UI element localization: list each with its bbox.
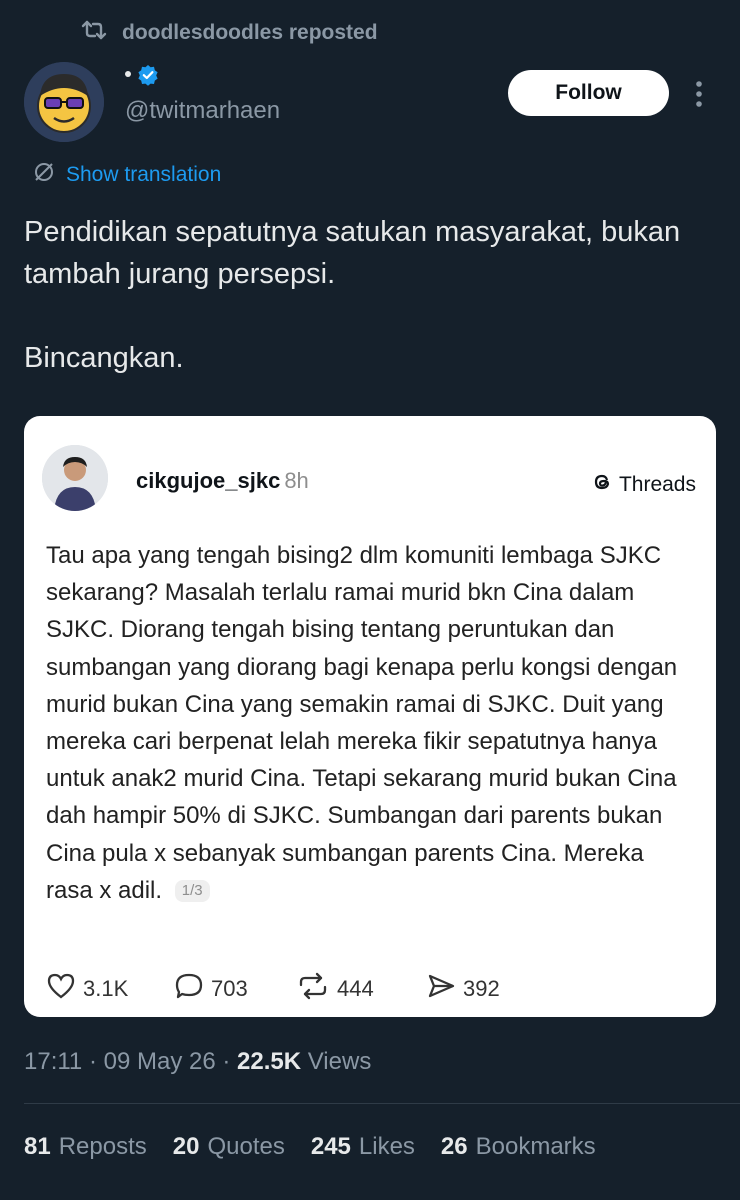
translate-icon bbox=[32, 160, 56, 190]
embedded-post-avatar bbox=[42, 445, 108, 511]
quotes-stat[interactable]: 20 Quotes bbox=[173, 1133, 285, 1161]
likes-count: 245 bbox=[310, 1133, 351, 1160]
tweet-time[interactable]: 17:11 bbox=[24, 1048, 82, 1075]
embedded-post-header: cikgujoe_sjkc 8h bbox=[136, 468, 309, 494]
repost-icon bbox=[296, 972, 330, 1006]
tweet-paragraph: Bincangkan. bbox=[24, 342, 184, 374]
bookmarks-count: 26 bbox=[440, 1133, 468, 1160]
repost-count: 444 bbox=[337, 976, 374, 1001]
likes-stat[interactable]: 245 Likes bbox=[311, 1133, 415, 1161]
repost-label: doodlesdoodles reposted bbox=[122, 21, 378, 44]
author-name-row[interactable] bbox=[125, 64, 159, 91]
embedded-post-body: Tau apa yang tengah bising2 dlm komuniti… bbox=[46, 542, 678, 904]
author-handle[interactable]: @twitmarhaen bbox=[125, 97, 280, 125]
likes-label: Likes bbox=[358, 1133, 415, 1160]
bookmarks-label: Bookmarks bbox=[475, 1133, 596, 1160]
thread-page-badge: 1/3 bbox=[174, 880, 210, 903]
threads-label: Threads bbox=[618, 473, 696, 496]
follow-button[interactable]: Follow bbox=[508, 70, 669, 116]
reposts-count: 81 bbox=[24, 1133, 51, 1160]
divider bbox=[24, 1103, 740, 1104]
tweet-text: Pendidikan sepatutnya satukan masyarakat… bbox=[24, 211, 714, 379]
quotes-count: 20 bbox=[172, 1133, 200, 1160]
comment-icon bbox=[174, 972, 204, 1006]
embedded-post-time: 8h bbox=[284, 468, 309, 493]
show-translation-label: Show translation bbox=[66, 163, 222, 186]
threads-logo: Threads bbox=[591, 471, 696, 499]
embedded-post-image[interactable]: cikgujoe_sjkc 8h Threads Tau apa yang ten… bbox=[24, 416, 716, 1017]
engagement-stats: 81 Reposts 20 Quotes 245 Likes 26 Bookmarks bbox=[24, 1133, 596, 1161]
send-icon bbox=[426, 972, 456, 1006]
heart-icon bbox=[46, 972, 76, 1006]
tweet-date[interactable]: 09 May 26 bbox=[104, 1048, 216, 1075]
share-count: 392 bbox=[463, 976, 500, 1001]
show-translation-link[interactable]: Show translation bbox=[32, 160, 221, 190]
tweet-paragraph: Pendidikan sepatutnya satukan masyarakat… bbox=[24, 216, 681, 290]
repost-header[interactable]: doodlesdoodles reposted bbox=[80, 19, 378, 47]
comment-count: 703 bbox=[211, 976, 248, 1001]
author-display-name bbox=[125, 70, 131, 77]
embedded-post-text: Tau apa yang tengah bising2 dlm komuniti… bbox=[46, 537, 696, 909]
tweet-metadata: 17:11 · 09 May 26 · 22.5K Views bbox=[24, 1048, 372, 1075]
views-label: Views bbox=[307, 1048, 372, 1075]
embedded-post-username: cikgujoe_sjkc bbox=[136, 468, 281, 493]
threads-icon bbox=[591, 471, 613, 499]
author-avatar[interactable] bbox=[24, 62, 104, 142]
like-count: 3.1K bbox=[83, 976, 129, 1001]
embedded-post-actions: 3.1K 703 444 392 bbox=[46, 972, 500, 1006]
reposts-stat[interactable]: 81 Reposts bbox=[24, 1133, 147, 1161]
embedded-repost-action: 444 bbox=[296, 972, 426, 1006]
repost-icon bbox=[80, 20, 108, 46]
quotes-label: Quotes bbox=[207, 1133, 285, 1160]
bookmarks-stat[interactable]: 26 Bookmarks bbox=[441, 1133, 596, 1161]
verified-badge-icon bbox=[137, 64, 159, 91]
embedded-share-action: 392 bbox=[426, 972, 500, 1006]
embedded-like-action: 3.1K bbox=[46, 972, 174, 1006]
more-options-icon[interactable] bbox=[692, 79, 706, 114]
embedded-comment-action: 703 bbox=[174, 972, 296, 1006]
reposts-label: Reposts bbox=[58, 1133, 147, 1160]
views-count: 22.5K bbox=[237, 1048, 302, 1075]
